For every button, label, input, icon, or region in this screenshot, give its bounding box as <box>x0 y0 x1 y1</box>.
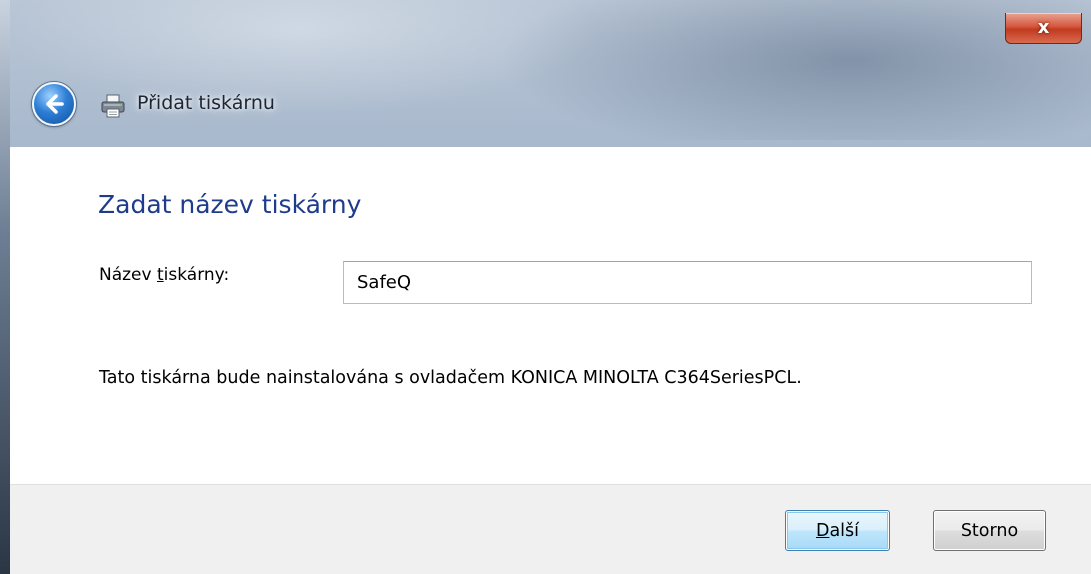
back-arrow-icon <box>46 94 64 114</box>
close-icon: x <box>1037 17 1050 38</box>
page-heading: Zadat název tiskárny <box>98 190 362 219</box>
next-button[interactable]: Další <box>785 510 890 551</box>
printer-name-label: Název tiskárny: <box>99 265 229 285</box>
next-button-accesskey: D <box>815 520 830 541</box>
window-title: Přidat tiskárnu <box>137 92 275 114</box>
printer-name-label-suffix: iskárny: <box>163 265 230 285</box>
window-frame-left <box>0 0 10 574</box>
add-printer-window: x Přidat tiskárnu Zadat název tiskárny N… <box>0 0 1091 574</box>
printer-name-label-accesskey: t <box>156 265 164 285</box>
dialog-content: Zadat název tiskárny Název tiskárny: Tat… <box>10 147 1091 484</box>
printer-name-label-prefix: Název <box>99 265 157 285</box>
dialog-footer: Další Storno <box>10 484 1091 574</box>
cancel-button[interactable]: Storno <box>933 510 1046 551</box>
driver-info-text: Tato tiskárna bude nainstalována s ovlad… <box>99 368 802 388</box>
close-button[interactable]: x <box>1005 13 1082 44</box>
printer-icon <box>101 94 125 118</box>
printer-name-input[interactable] <box>343 261 1032 304</box>
next-button-label: alší <box>829 520 860 541</box>
back-button[interactable] <box>32 82 76 126</box>
